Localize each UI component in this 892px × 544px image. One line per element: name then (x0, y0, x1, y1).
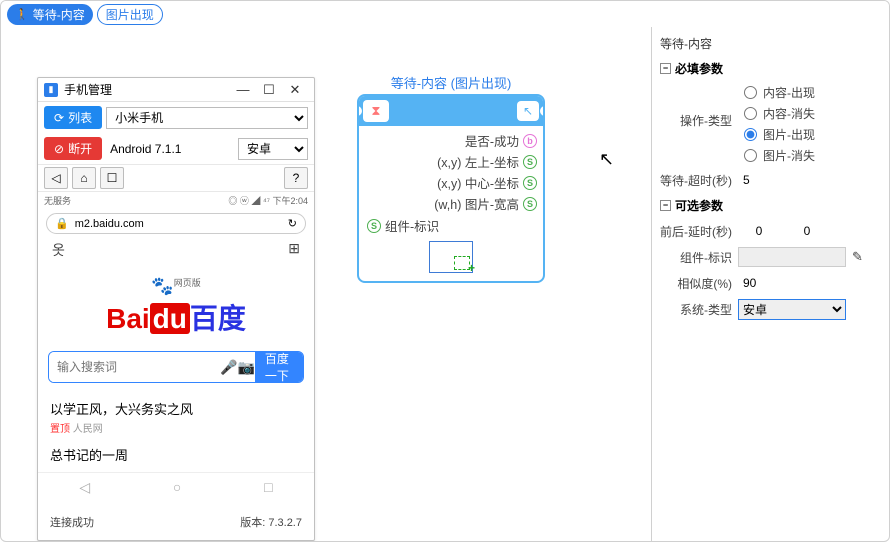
grid-icon[interactable]: ⊞ (288, 240, 300, 260)
news-text: 总书记的一周 (50, 445, 302, 464)
maximize-button[interactable]: ☐ (256, 82, 282, 98)
collapse-icon[interactable]: − (660, 200, 671, 211)
status-time: ◎ ⓦ ◢ ⁴⁷ 下午2:04 (228, 194, 308, 207)
list-button[interactable]: ⟳ 列表 (44, 106, 102, 129)
baidu-logo: 🐾网页版 Baidu百度 (38, 266, 314, 343)
input-component-label: 组件-标识 (385, 216, 439, 235)
collapse-icon[interactable]: − (660, 63, 671, 74)
status-bar: 无服务 ◎ ⓦ ◢ ⁴⁷ 下午2:04 (38, 192, 314, 209)
delay-label: 前后-延时(秒) (660, 223, 732, 240)
back-icon[interactable]: ◁ (79, 479, 90, 496)
section-required-label: 必填参数 (675, 60, 723, 77)
search-input[interactable] (49, 352, 220, 382)
connection-status: 连接成功 (50, 514, 94, 530)
system-type-label: 系统-类型 (660, 301, 732, 318)
list-button-label: 列表 (68, 109, 92, 126)
output-topleft-label: (x,y) 左上-坐标 (437, 152, 519, 171)
address-bar[interactable]: 🔒 m2.baidu.com ↻ (46, 213, 306, 234)
search-button[interactable]: 百度一下 (255, 352, 303, 382)
sticky-tag: 置顶 (50, 424, 70, 435)
section-optional[interactable]: − 可选参数 (660, 193, 881, 218)
node-subtype-badge: 图片出现 (97, 4, 163, 25)
version-label: 版本: 7.3.2.7 (240, 514, 302, 530)
nav-recent-button[interactable]: ☐ (100, 167, 124, 189)
disconnect-button[interactable]: ⊘ 断开 (44, 137, 102, 160)
device-select[interactable]: 小米手机 (106, 107, 308, 129)
timeout-label: 等待-超时(秒) (660, 172, 732, 189)
phone-screen[interactable]: 无服务 ◎ ⓦ ◢ ⁴⁷ 下午2:04 🔒 m2.baidu.com ↻ 옷 ⊞… (38, 192, 314, 502)
phone-manager-window: ▮ 手机管理 — ☐ ✕ ⟳ 列表 小米手机 (37, 77, 315, 541)
url-text: m2.baidu.com (75, 218, 144, 230)
platform-select[interactable]: 安卓 (238, 138, 308, 160)
radio-image-disappear[interactable]: 图片-消失 (744, 147, 815, 164)
output-port[interactable] (539, 105, 545, 117)
node-header[interactable]: ▸ ⧗ ↖ ▸ (359, 96, 543, 126)
timeout-input[interactable] (738, 170, 826, 190)
logo-tag: 网页版 (174, 278, 201, 288)
section-required[interactable]: − 必填参数 (660, 56, 881, 81)
output-success-label: 是否-成功 (465, 131, 519, 150)
component-id-field[interactable] (738, 247, 846, 267)
node-type-pill: 等待-内容 (7, 4, 93, 25)
window-title: 手机管理 (64, 81, 230, 98)
disconnect-button-label: 断开 (68, 140, 92, 157)
minimize-button[interactable]: — (230, 82, 256, 97)
close-button[interactable]: ✕ (282, 82, 308, 98)
pin-struct[interactable]: S (367, 219, 381, 233)
top-bar: 等待-内容 图片出现 (1, 1, 889, 27)
hourglass-icon: ⧗ (363, 100, 389, 122)
baidu-search-bar[interactable]: 🎤 📷 百度一下 (48, 351, 304, 383)
status-carrier: 无服务 (44, 194, 71, 207)
output-size-label: (w,h) 图片-宽高 (434, 194, 519, 213)
home-icon[interactable]: ○ (173, 479, 181, 496)
recent-icon[interactable]: □ (264, 479, 272, 496)
plus-icon: + (468, 261, 475, 275)
similarity-label: 相似度(%) (660, 275, 732, 292)
section-optional-label: 可选参数 (675, 197, 723, 214)
news-item-2[interactable]: 总书记的一周 (38, 443, 314, 472)
delay-before-input[interactable] (738, 221, 780, 241)
panel-title: 等待-内容 (660, 33, 881, 56)
phone-nav-bar: ◁ ○ □ (38, 472, 314, 502)
refresh-icon: ⟳ (54, 111, 64, 125)
radio-image-appear[interactable]: 图片-出现 (744, 126, 815, 143)
mouse-cursor-icon: ↖ (599, 149, 614, 170)
news-source: 人民网 (73, 424, 103, 435)
app-icon: ▮ (44, 83, 58, 97)
nav-home-button[interactable]: ⌂ (72, 167, 96, 189)
help-button[interactable]: ? (284, 167, 308, 189)
cursor-icon: ↖ (517, 101, 539, 121)
properties-panel: 等待-内容 − 必填参数 操作-类型 内容-出现 内容-消失 图片-出现 图片-… (651, 27, 889, 541)
mic-icon[interactable]: 🎤 (220, 352, 237, 382)
delay-after-input[interactable] (786, 221, 828, 241)
node-type-label: 等待-内容 (33, 6, 85, 23)
window-titlebar[interactable]: ▮ 手机管理 — ☐ ✕ (38, 78, 314, 102)
node-title: 等待-内容 (图片出现) (357, 73, 545, 92)
similarity-input[interactable] (738, 273, 826, 293)
op-type-label: 操作-类型 (660, 84, 732, 129)
news-text: 以学正风，大兴务实之风 (50, 399, 302, 418)
radio-content-disappear[interactable]: 内容-消失 (744, 105, 815, 122)
person-icon (15, 7, 29, 21)
reload-icon[interactable]: ↻ (288, 217, 297, 230)
news-item-1[interactable]: 以学正风，大兴务实之风 置顶 人民网 (38, 391, 314, 443)
pin-bool[interactable]: b (523, 134, 537, 148)
pin-struct[interactable]: S (523, 155, 537, 169)
os-version-text: Android 7.1.1 (106, 142, 234, 156)
flow-node[interactable]: 等待-内容 (图片出现) ▸ ⧗ ↖ ▸ 是否-成功 b (x,y) 左上-坐标 S… (357, 73, 545, 283)
image-placeholder[interactable]: + (429, 241, 473, 273)
edit-icon[interactable]: ✎ (852, 249, 863, 265)
profile-icon[interactable]: 옷 (52, 240, 65, 260)
paw-icon: 🐾 (151, 276, 173, 296)
camera-icon[interactable]: 📷 (237, 352, 254, 382)
lock-icon: 🔒 (55, 217, 69, 230)
nav-back-button[interactable]: ◁ (44, 167, 68, 189)
pin-struct[interactable]: S (523, 176, 537, 190)
component-id-label: 组件-标识 (660, 249, 732, 266)
pin-struct[interactable]: S (523, 197, 537, 211)
radio-content-appear[interactable]: 内容-出现 (744, 84, 815, 101)
system-type-select[interactable]: 安卓 (738, 299, 846, 320)
stop-icon: ⊘ (54, 142, 64, 156)
output-center-label: (x,y) 中心-坐标 (437, 173, 519, 192)
